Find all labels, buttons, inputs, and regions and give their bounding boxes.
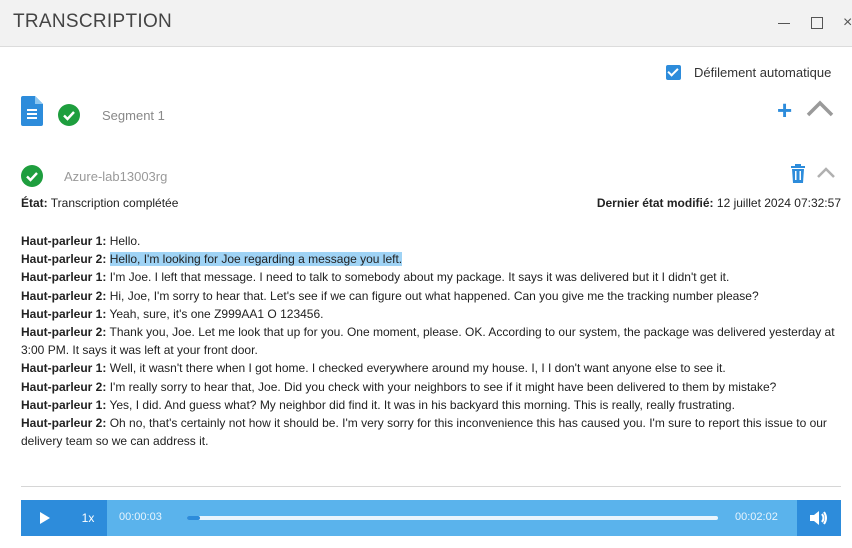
speaker-label: Haut-parleur 2:	[21, 252, 107, 267]
speaker-label: Haut-parleur 1:	[21, 361, 107, 376]
utterance-text: Hi, Joe, I'm sorry to hear that. Let's s…	[109, 288, 759, 303]
utterance-text: Oh no, that's certainly not how it shoul…	[21, 416, 827, 449]
window-title: TRANSCRIPTION	[13, 11, 173, 32]
utterance-text: I'm Joe. I left that message. I need to …	[109, 270, 730, 285]
auto-scroll-toggle[interactable]: Défilement automatique	[666, 63, 831, 81]
seek-bar[interactable]	[187, 516, 718, 520]
utterance-text: Hello, I'm looking for Joe regarding a m…	[109, 252, 403, 267]
volume-icon	[810, 511, 827, 525]
transcription-window: TRANSCRIPTION × Défilement automatique S…	[0, 0, 852, 548]
transcript-line: Haut-parleur 1: Well, it wasn't there wh…	[21, 359, 841, 377]
speaker-label: Haut-parleur 2:	[21, 325, 107, 340]
trash-icon[interactable]	[790, 164, 806, 183]
speaker-label: Haut-parleur 1:	[21, 397, 107, 412]
playback-speed-button[interactable]: 1x	[69, 500, 107, 536]
job-header: Azure-lab13003rg	[0, 161, 852, 189]
utterance-text: Yes, I did. And guess what? My neighbor …	[109, 397, 735, 412]
total-time: 00:02:02	[735, 511, 778, 523]
speaker-label: Haut-parleur 2:	[21, 379, 107, 394]
transcript-line: Haut-parleur 2: Thank you, Joe. Let me l…	[21, 323, 841, 359]
speaker-label: Haut-parleur 1:	[21, 234, 107, 248]
check-circle-icon	[21, 165, 43, 187]
utterance-text: I'm really sorry to hear that, Joe. Did …	[109, 379, 777, 394]
job-name: Azure-lab13003rg	[64, 169, 168, 184]
transcript-text: Haut-parleur 1: Hello. Haut-parleur 2: He…	[21, 232, 841, 450]
maximize-button[interactable]	[808, 14, 826, 32]
collapse-job-button[interactable]	[816, 166, 836, 179]
transcript-line: Haut-parleur 1: Yes, I did. And guess wh…	[21, 396, 841, 414]
document-icon	[21, 96, 43, 126]
play-button[interactable]	[21, 500, 69, 536]
minimize-button[interactable]	[776, 14, 794, 32]
add-button[interactable]: +	[777, 97, 792, 123]
auto-scroll-checkbox[interactable]	[666, 64, 681, 80]
transcript-line: Haut-parleur 1: I'm Joe. I left that mes…	[21, 268, 841, 286]
transcript-line: Haut-parleur 2: Hi, Joe, I'm sorry to he…	[21, 287, 841, 305]
utterance-text: Well, it wasn't there when I got home. I…	[109, 361, 726, 376]
utterance-text: Yeah, sure, it's one Z999AA1 O 123456.	[109, 306, 324, 321]
transcript-line: Haut-parleur 2: Hello, I'm looking for J…	[21, 250, 841, 268]
collapse-segment-button[interactable]	[805, 99, 835, 117]
status-state: État: Transcription complétée	[21, 196, 179, 210]
speaker-label: Haut-parleur 2:	[21, 288, 107, 303]
segment-header: Segment 1 +	[0, 95, 852, 135]
status-modified: Dernier état modifié: 12 juillet 2024 07…	[596, 196, 841, 210]
auto-scroll-label: Défilement automatique	[694, 64, 832, 80]
volume-button[interactable]	[797, 500, 841, 536]
current-time: 00:00:03	[119, 511, 162, 523]
seek-progress	[187, 516, 201, 520]
utterance-text: Hello.	[109, 234, 141, 248]
utterance-text: Thank you, Joe. Let me look that up for …	[21, 325, 835, 358]
transcript-line: Haut-parleur 2: Oh no, that's certainly …	[21, 414, 841, 450]
title-bar: TRANSCRIPTION ×	[0, 0, 852, 47]
segment-label: Segment 1	[102, 108, 165, 123]
speaker-label: Haut-parleur 1:	[21, 306, 107, 321]
close-button[interactable]: ×	[843, 14, 852, 32]
audio-player: 1x 00:00:03 00:02:02	[21, 500, 841, 536]
check-circle-icon	[58, 104, 80, 126]
speaker-label: Haut-parleur 2:	[21, 416, 107, 431]
transcript-line: Haut-parleur 2: I'm really sorry to hear…	[21, 378, 841, 396]
status-line: État: Transcription complétée Dernier ét…	[21, 196, 841, 212]
divider	[21, 486, 841, 487]
transcript-line: Haut-parleur 1: Hello.	[21, 232, 841, 250]
transcript-line: Haut-parleur 1: Yeah, sure, it's one Z99…	[21, 305, 841, 323]
speaker-label: Haut-parleur 1:	[21, 270, 107, 285]
